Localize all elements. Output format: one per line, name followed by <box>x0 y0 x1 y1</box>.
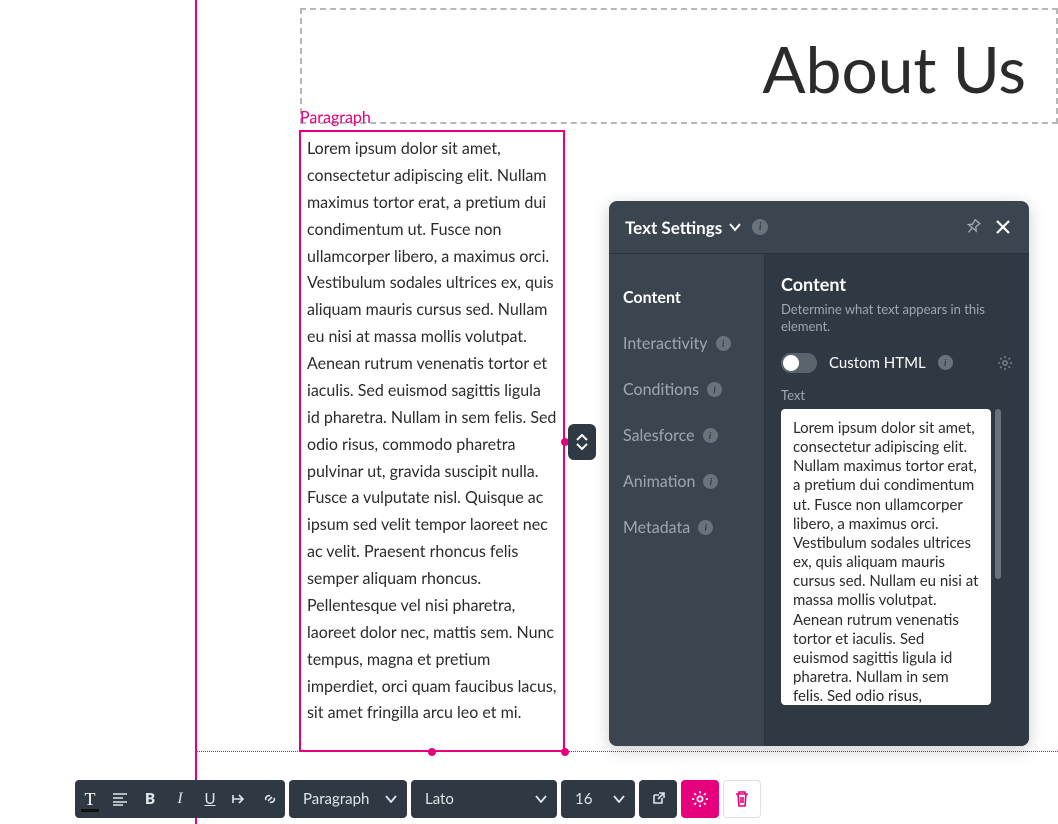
toolbar-group-inline: T B I U <box>75 780 285 818</box>
trash-icon <box>734 790 750 808</box>
info-icon[interactable]: i <box>707 382 722 397</box>
nav-item-label: Metadata <box>623 518 690 537</box>
settings-button[interactable] <box>681 780 719 818</box>
nav-item-animation[interactable]: Animation i <box>623 458 764 504</box>
pin-icon[interactable] <box>963 217 983 237</box>
custom-html-row: Custom HTML i <box>781 353 1013 373</box>
resize-handle-bottom-right[interactable] <box>561 748 569 756</box>
nav-item-conditions[interactable]: Conditions i <box>623 366 764 412</box>
z-order-stepper[interactable] <box>568 424 596 460</box>
selection-type-label: Paragraph <box>300 108 371 127</box>
select-value: Paragraph <box>303 790 369 808</box>
panel-header: Text Settings i <box>609 201 1029 253</box>
info-icon[interactable]: i <box>703 474 718 489</box>
panel-body: Content Interactivity i Conditions i Sal… <box>609 253 1029 746</box>
editor-canvas: About Us Paragraph Lorem ipsum dolor sit… <box>0 0 1058 824</box>
chevron-down-icon <box>535 795 547 803</box>
chevron-up-icon <box>576 434 588 442</box>
bold-button[interactable]: B <box>135 780 165 818</box>
formatting-toolbar: T B I U Paragraph <box>75 780 765 818</box>
select-value: Lato <box>425 790 454 808</box>
font-size-select[interactable]: 16 <box>561 780 635 818</box>
paragraph-style-select[interactable]: Paragraph <box>289 780 407 818</box>
indent-icon <box>232 792 248 806</box>
align-left-icon <box>112 792 128 806</box>
text-field-label: Text <box>781 387 1013 403</box>
open-external-icon <box>650 791 666 807</box>
panel-title-chevron-icon[interactable] <box>728 222 742 232</box>
close-icon[interactable] <box>993 217 1013 237</box>
text-field-scrollbar[interactable] <box>995 409 1003 730</box>
delete-button[interactable] <box>723 780 761 818</box>
link-icon <box>262 791 278 807</box>
nav-item-label: Salesforce <box>623 426 695 445</box>
nav-item-label: Conditions <box>623 380 699 399</box>
paragraph-element[interactable]: Lorem ipsum dolor sit amet, consectetur … <box>299 130 565 752</box>
nav-item-salesforce[interactable]: Salesforce i <box>623 412 764 458</box>
info-icon[interactable]: i <box>752 219 768 235</box>
panel-nav: Content Interactivity i Conditions i Sal… <box>609 254 765 746</box>
nav-item-label: Content <box>623 288 681 307</box>
align-button[interactable] <box>105 780 135 818</box>
panel-content: Content Determine what text appears in t… <box>765 254 1029 746</box>
text-color-swatch <box>81 809 99 812</box>
custom-html-toggle[interactable] <box>781 353 817 373</box>
text-color-button[interactable]: T <box>75 780 105 818</box>
text-field[interactable]: Lorem ipsum dolor sit amet, consectetur … <box>781 409 991 705</box>
text-field-wrap: Lorem ipsum dolor sit amet, consectetur … <box>781 409 1013 730</box>
select-value: 16 <box>575 790 592 808</box>
text-settings-panel: Text Settings i Content Interactivity i <box>609 201 1029 746</box>
custom-html-label: Custom HTML <box>829 354 926 372</box>
gear-icon[interactable] <box>997 355 1013 371</box>
section-title: Content <box>781 273 1013 295</box>
info-icon[interactable]: i <box>716 336 731 351</box>
ruler-vertical <box>195 0 197 824</box>
nav-item-label: Interactivity <box>623 334 708 353</box>
chevron-down-icon <box>576 442 588 450</box>
nav-item-interactivity[interactable]: Interactivity i <box>623 320 764 366</box>
nav-item-metadata[interactable]: Metadata i <box>623 504 764 550</box>
italic-button[interactable]: I <box>165 780 195 818</box>
section-description: Determine what text appears in this elem… <box>781 301 1013 335</box>
info-icon[interactable]: i <box>938 355 953 370</box>
chevron-down-icon <box>385 795 397 803</box>
page-title[interactable]: About Us <box>762 30 1026 107</box>
font-family-select[interactable]: Lato <box>411 780 557 818</box>
open-external-button[interactable] <box>639 780 677 818</box>
chevron-down-icon <box>613 795 625 803</box>
info-icon[interactable]: i <box>698 520 713 535</box>
scrollbar-thumb[interactable] <box>995 409 1001 579</box>
underline-button[interactable]: U <box>195 780 225 818</box>
indent-button[interactable] <box>225 780 255 818</box>
resize-handle-bottom-center[interactable] <box>428 748 436 756</box>
nav-item-label: Animation <box>623 472 695 491</box>
link-button[interactable] <box>255 780 285 818</box>
nav-item-content[interactable]: Content <box>623 274 764 320</box>
panel-title[interactable]: Text Settings <box>625 217 722 238</box>
info-icon[interactable]: i <box>703 428 718 443</box>
gear-icon <box>691 790 709 808</box>
